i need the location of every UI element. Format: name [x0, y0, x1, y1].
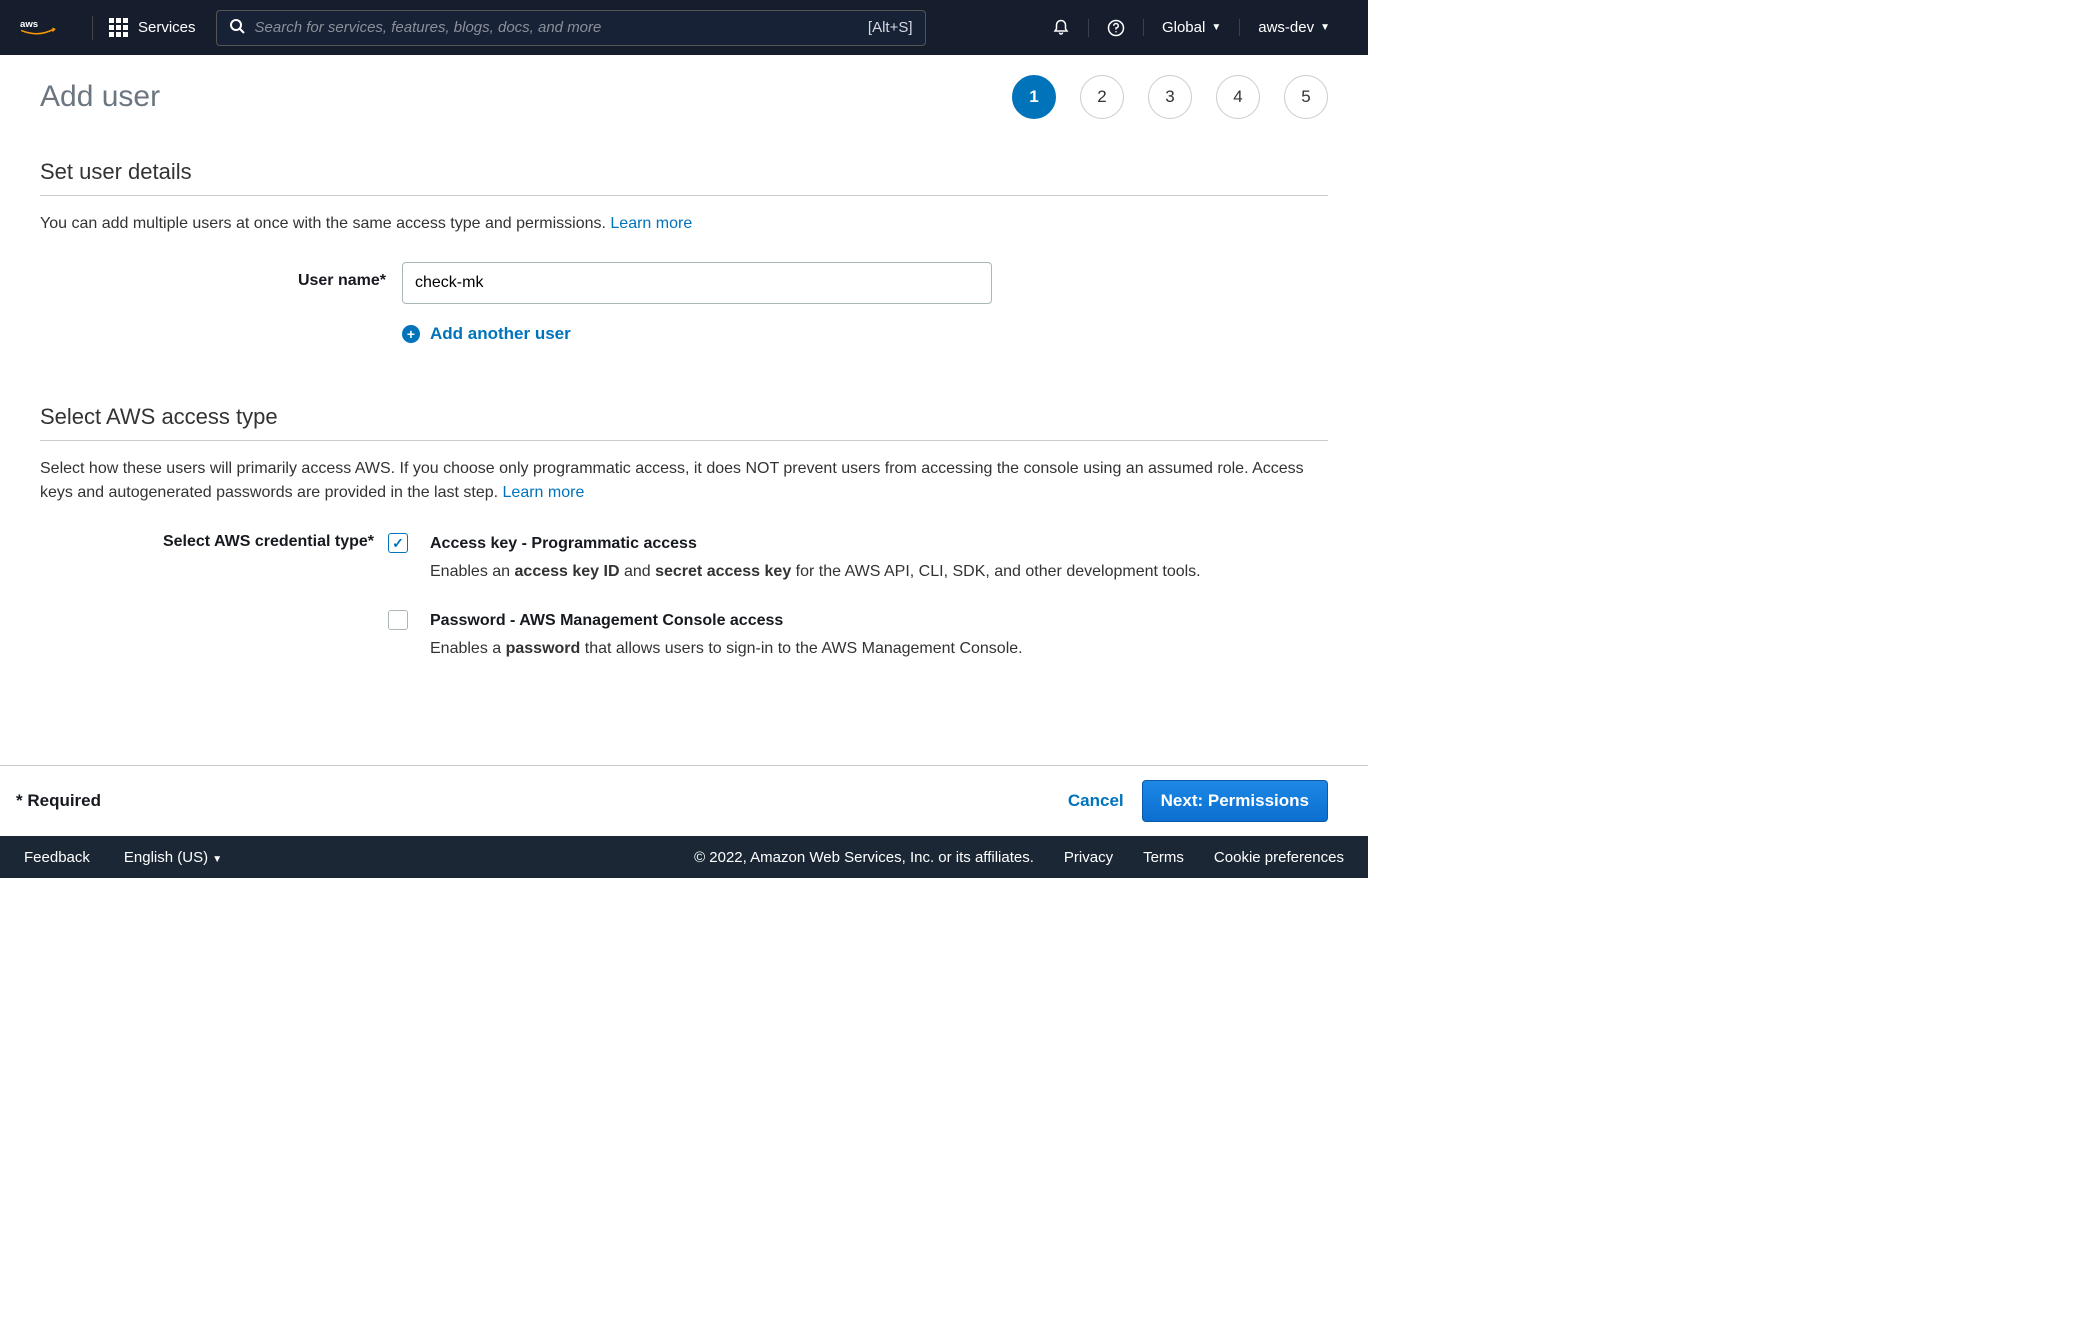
top-nav: aws Services [Alt+S] Global ▼ aws-dev ▼ [0, 0, 1368, 55]
credential-option-console: Password - AWS Management Console access… [40, 608, 1328, 661]
section-access-desc: Select how these users will primarily ac… [40, 457, 1328, 505]
credential-desc: Enables an access key ID and secret acce… [430, 559, 1328, 585]
page-title: Add user [40, 80, 160, 114]
bottom-right: © 2022, Amazon Web Services, Inc. or its… [694, 849, 1344, 866]
header-row: Add user 1 2 3 4 5 [40, 75, 1328, 119]
required-note: * Required [16, 791, 101, 811]
cancel-button[interactable]: Cancel [1068, 791, 1124, 811]
copyright-text: © 2022, Amazon Web Services, Inc. or its… [694, 849, 1034, 866]
main-content: Add user 1 2 3 4 5 Set user details You … [0, 55, 1368, 715]
footer-actions: Cancel Next: Permissions [1068, 780, 1328, 822]
section-desc-text: You can add multiple users at once with … [40, 215, 610, 232]
credential-body: Password - AWS Management Console access… [430, 608, 1328, 661]
credential-desc: Enables a password that allows users to … [430, 636, 1328, 662]
aws-logo[interactable]: aws [20, 17, 56, 39]
feedback-link[interactable]: Feedback [24, 849, 90, 866]
wizard-steps: 1 2 3 4 5 [1012, 75, 1328, 119]
next-permissions-button[interactable]: Next: Permissions [1142, 780, 1328, 822]
account-selector[interactable]: aws-dev ▼ [1239, 19, 1348, 36]
credential-body: Access key - Programmatic access Enables… [430, 531, 1328, 584]
help-icon [1107, 19, 1125, 37]
section-user-details-title: Set user details [40, 159, 1328, 196]
credential-type-label: Select AWS credential type* [40, 531, 388, 551]
checkbox-cell [388, 608, 430, 630]
language-selector[interactable]: English (US) ▼ [124, 849, 222, 866]
services-button[interactable]: Services [109, 18, 196, 37]
username-input[interactable] [402, 262, 992, 304]
step-4[interactable]: 4 [1216, 75, 1260, 119]
region-label: Global [1162, 19, 1205, 36]
add-another-user-button[interactable]: + Add another user [402, 324, 1328, 344]
help-button[interactable] [1088, 19, 1143, 37]
section-access-desc-text: Select how these users will primarily ac… [40, 460, 1304, 501]
credential-title: Access key - Programmatic access [430, 531, 1328, 557]
footer-bar: * Required Cancel Next: Permissions [0, 765, 1368, 836]
search-shortcut: [Alt+S] [868, 19, 913, 36]
plus-circle-icon: + [402, 325, 420, 343]
add-another-label: Add another user [430, 324, 571, 344]
notifications-button[interactable] [1034, 19, 1088, 37]
learn-more-link[interactable]: Learn more [503, 484, 585, 501]
checkbox-console[interactable] [388, 610, 408, 630]
step-1[interactable]: 1 [1012, 75, 1056, 119]
step-5[interactable]: 5 [1284, 75, 1328, 119]
privacy-link[interactable]: Privacy [1064, 849, 1113, 866]
credential-option-programmatic: Select AWS credential type* Access key -… [40, 531, 1328, 584]
region-selector[interactable]: Global ▼ [1143, 19, 1239, 36]
grid-icon [109, 18, 128, 37]
caret-down-icon: ▼ [212, 854, 222, 865]
terms-link[interactable]: Terms [1143, 849, 1184, 866]
services-label: Services [138, 19, 196, 36]
section-access-title: Select AWS access type [40, 404, 1328, 441]
search-box[interactable]: [Alt+S] [216, 10, 926, 46]
search-input[interactable] [255, 19, 868, 36]
username-row: User name* [40, 262, 1328, 304]
bottom-left: Feedback English (US) ▼ [24, 849, 222, 866]
checkbox-programmatic[interactable] [388, 533, 408, 553]
credential-label-spacer [40, 608, 388, 610]
checkbox-cell [388, 531, 430, 553]
caret-down-icon: ▼ [1320, 22, 1330, 33]
account-label: aws-dev [1258, 19, 1314, 36]
username-label: User name* [40, 262, 402, 290]
svg-text:aws: aws [20, 18, 38, 29]
language-label: English (US) [124, 849, 208, 866]
divider [92, 16, 93, 40]
bottom-bar: Feedback English (US) ▼ © 2022, Amazon W… [0, 836, 1368, 878]
topnav-right: Global ▼ aws-dev ▼ [1034, 19, 1348, 37]
bell-icon [1052, 19, 1070, 37]
learn-more-link[interactable]: Learn more [610, 215, 692, 232]
search-icon [229, 18, 245, 37]
section-access-type: Select AWS access type Select how these … [40, 404, 1328, 661]
section-user-details-desc: You can add multiple users at once with … [40, 212, 1328, 236]
credential-title: Password - AWS Management Console access [430, 608, 1328, 634]
caret-down-icon: ▼ [1211, 22, 1221, 33]
cookie-preferences-link[interactable]: Cookie preferences [1214, 849, 1344, 866]
step-2[interactable]: 2 [1080, 75, 1124, 119]
step-3[interactable]: 3 [1148, 75, 1192, 119]
